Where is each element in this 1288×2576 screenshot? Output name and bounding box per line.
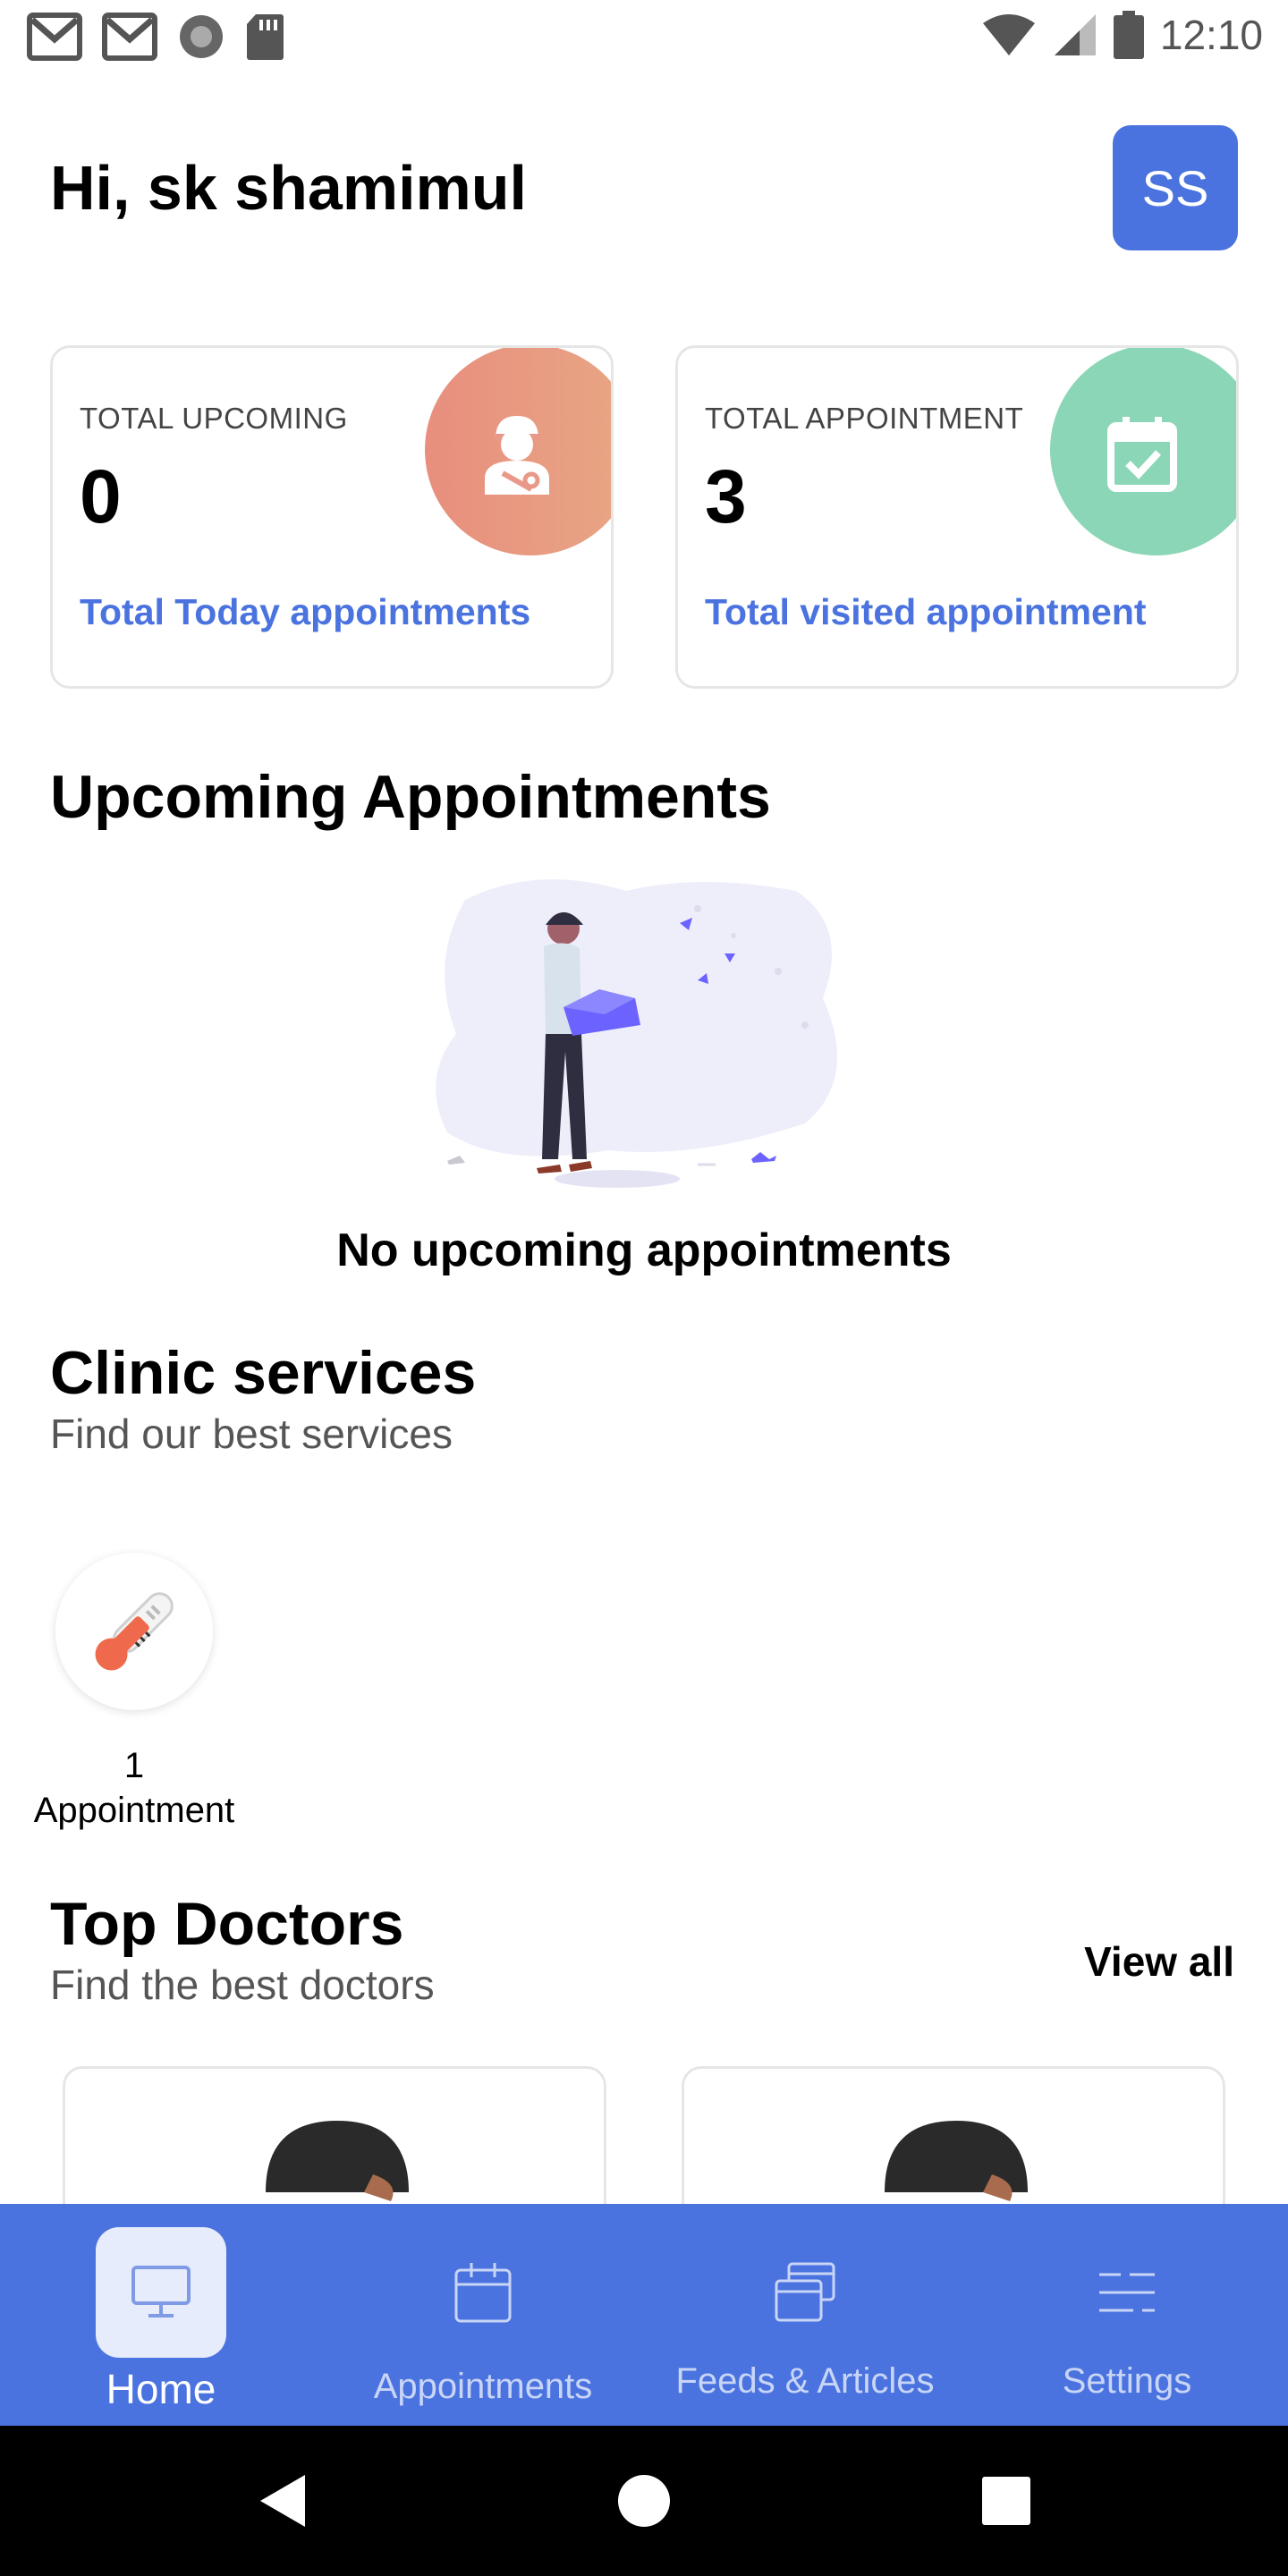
- system-status: 12:10: [981, 11, 1263, 59]
- empty-state-text: No upcoming appointments: [336, 1224, 952, 1276]
- nav-icon-box: [418, 2227, 548, 2358]
- total-appointment-card[interactable]: TOTAL APPOINTMENT 3 Total visited appoin…: [675, 345, 1239, 689]
- monitor-icon: [131, 2266, 191, 2318]
- clinic-services-subtitle: Find our best services: [50, 1411, 453, 1457]
- nav-icon-box: [740, 2227, 870, 2358]
- recents-button[interactable]: [939, 2426, 1073, 2576]
- back-button[interactable]: [215, 2426, 349, 2576]
- cell-signal-icon: [1054, 14, 1096, 55]
- top-doctors-subtitle: Find the best doctors: [50, 1962, 435, 2008]
- gmail-icon: [102, 13, 157, 61]
- total-upcoming-card[interactable]: TOTAL UPCOMING 0 Total Today appointment…: [50, 345, 614, 689]
- view-all-link[interactable]: View all: [1084, 1937, 1234, 1986]
- recents-icon: [982, 2477, 1030, 2525]
- service-appointment-button[interactable]: [55, 1553, 213, 1710]
- tab-appointments[interactable]: Appointments: [322, 2204, 644, 2426]
- articles-icon: [775, 2262, 835, 2322]
- top-doctors-title: Top Doctors: [50, 1890, 404, 1958]
- settings-sliders-icon: [1099, 2273, 1155, 2312]
- service-count: 1: [123, 1746, 145, 1785]
- tab-feeds-articles[interactable]: Feeds & Articles: [644, 2204, 966, 2426]
- tab-settings[interactable]: Settings: [966, 2204, 1288, 2426]
- stat-badge: [425, 348, 611, 555]
- stat-title: TOTAL APPOINTMENT: [705, 402, 1024, 435]
- stat-value: 0: [80, 454, 122, 538]
- patient-icon: [485, 416, 549, 495]
- avatar[interactable]: SS: [1113, 125, 1238, 250]
- record-icon: [180, 15, 223, 58]
- calendar-check-icon: [1107, 417, 1177, 492]
- stat-title: TOTAL UPCOMING: [80, 402, 348, 435]
- status-time: 12:10: [1159, 12, 1263, 58]
- stat-badge: [1050, 348, 1236, 555]
- status-bar: 12:10: [0, 0, 1288, 75]
- notification-icons: [27, 13, 284, 61]
- wifi-icon: [982, 14, 1035, 55]
- back-icon: [260, 2475, 305, 2527]
- service-label: Appointment: [33, 1791, 235, 1830]
- gmail-icon: [27, 13, 82, 61]
- nav-label: Appointments: [373, 2367, 593, 2406]
- empty-box-illustration: [436, 879, 837, 1188]
- nav-label: Home: [106, 2366, 216, 2412]
- total-today-appointments-link[interactable]: Total Today appointments: [80, 591, 530, 633]
- tab-home[interactable]: Home: [0, 2204, 322, 2426]
- nav-icon-box: [1062, 2227, 1192, 2358]
- bottom-navigation: Home Appointments Feeds & Articles Setti…: [0, 2204, 1288, 2426]
- nav-icon-box: [96, 2227, 226, 2358]
- home-button[interactable]: [577, 2426, 711, 2576]
- stat-value: 3: [705, 454, 747, 538]
- system-navigation-bar: [0, 2426, 1288, 2576]
- calendar-icon: [454, 2263, 512, 2323]
- battery-icon: [1113, 11, 1144, 59]
- nav-label: Feeds & Articles: [675, 2361, 935, 2401]
- thermometer-icon: [95, 1592, 174, 1671]
- home-circle-icon: [618, 2475, 670, 2527]
- upcoming-appointments-title: Upcoming Appointments: [50, 763, 771, 831]
- greeting-text: Hi, sk shamimul: [50, 153, 527, 223]
- sd-card-icon: [247, 14, 284, 60]
- total-visited-appointment-link[interactable]: Total visited appointment: [705, 591, 1147, 633]
- clinic-services-title: Clinic services: [50, 1339, 477, 1407]
- nav-label: Settings: [1062, 2361, 1192, 2401]
